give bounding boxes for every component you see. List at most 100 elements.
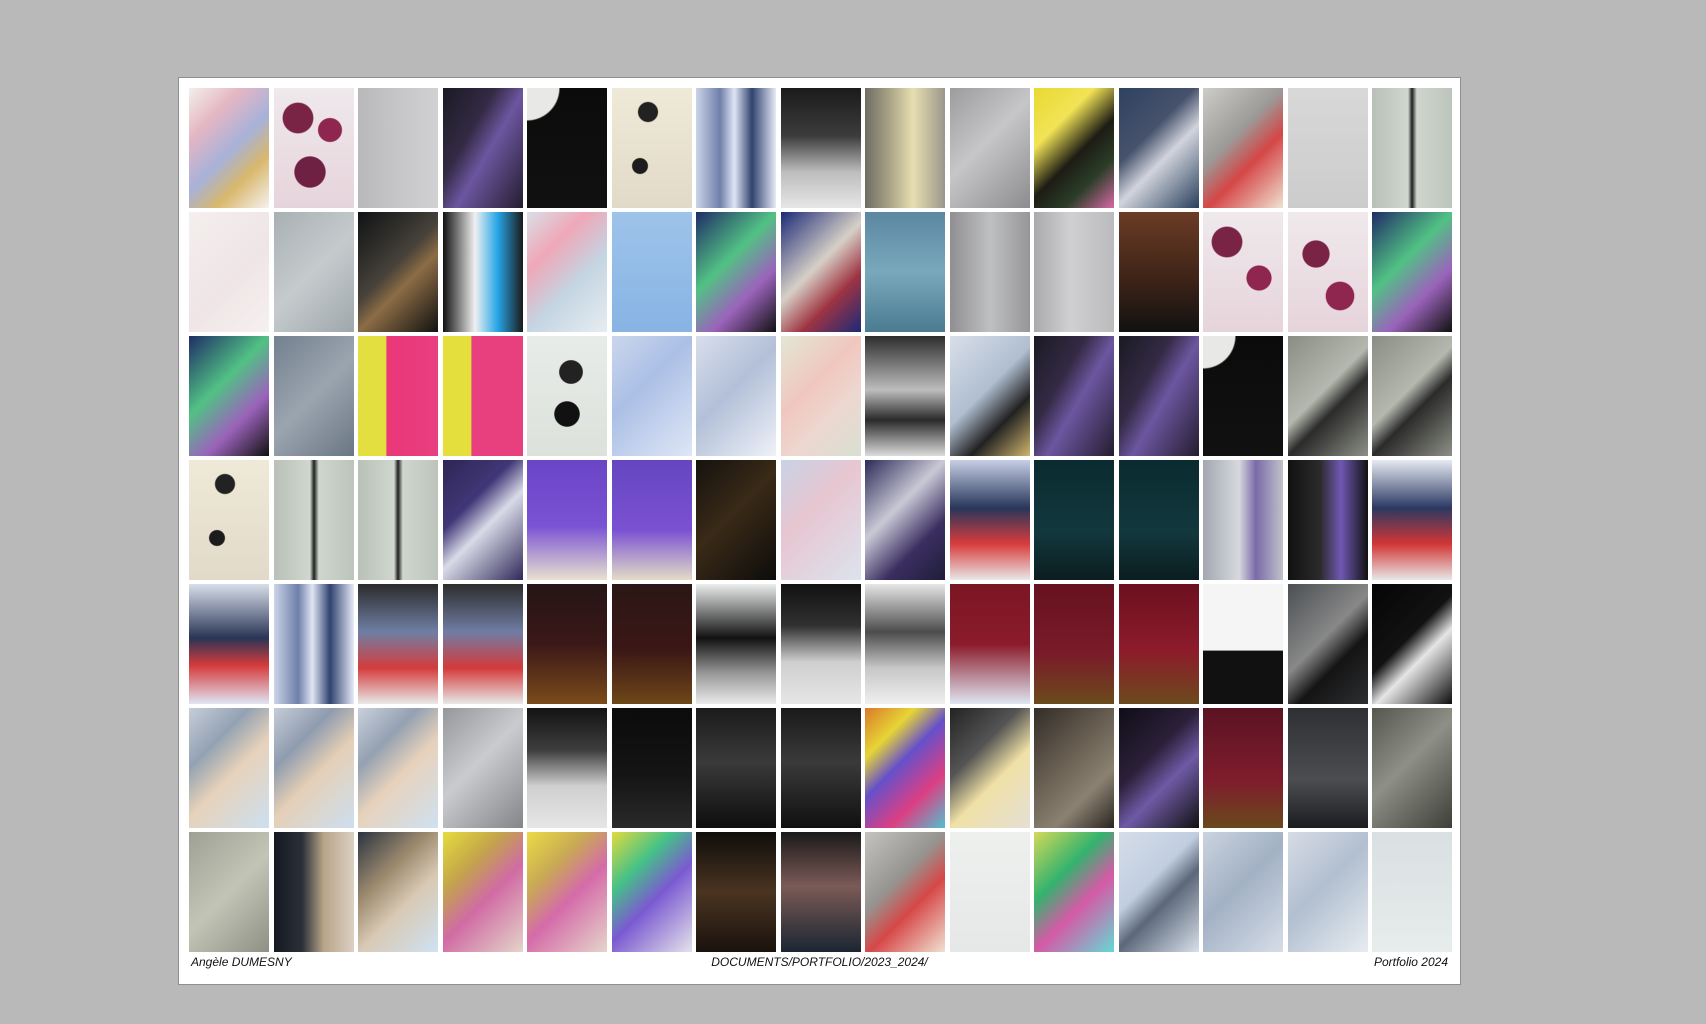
thumbnail-r6-c11: [1034, 708, 1114, 828]
thumbnail-r5-c2: [273, 584, 354, 704]
thumbnail-r1-c8: [780, 88, 861, 208]
thumbnail-r6-c1: [189, 708, 269, 828]
thumbnail-r1-c15: [1372, 88, 1452, 208]
thumbnail-r3-c10: [949, 336, 1030, 456]
thumbnail-r5-c13: [1203, 584, 1283, 704]
thumbnail-r2-c4: [442, 212, 523, 332]
thumbnail-r2-c7: [696, 212, 776, 332]
thumbnail-r7-c15: [1372, 832, 1452, 952]
thumbnail-r3-c2: [273, 336, 354, 456]
thumbnail-r2-c11: [1034, 212, 1114, 332]
thumbnail-r6-c8: [780, 708, 861, 828]
thumbnail-r6-c3: [358, 708, 438, 828]
thumbnail-r4-c5: [527, 460, 607, 580]
thumbnail-r4-c14: [1287, 460, 1368, 580]
page-footer: Angèle DUMESNY DOCUMENTS/PORTFOLIO/2023_…: [191, 954, 1448, 970]
thumbnail-r3-c14: [1287, 336, 1368, 456]
thumbnail-r4-c7: [696, 460, 776, 580]
thumbnail-r4-c12: [1118, 460, 1199, 580]
thumbnail-r4-c8: [780, 460, 861, 580]
thumbnail-r6-c12: [1118, 708, 1199, 828]
thumbnail-r5-c1: [189, 584, 269, 704]
thumbnail-r3-c15: [1372, 336, 1452, 456]
thumbnail-r3-c9: [865, 336, 945, 456]
author-name: Angèle DUMESNY: [191, 955, 292, 969]
thumbnail-r5-c10: [949, 584, 1030, 704]
thumbnail-r2-c5: [527, 212, 607, 332]
thumbnail-r7-c14: [1287, 832, 1368, 952]
thumbnail-r5-c15: [1372, 584, 1452, 704]
thumbnail-r7-c8: [780, 832, 861, 952]
thumbnail-r5-c9: [865, 584, 945, 704]
thumbnail-r5-c11: [1034, 584, 1114, 704]
thumbnail-r3-c8: [780, 336, 861, 456]
thumbnail-r3-c13: [1203, 336, 1283, 456]
folder-path: DOCUMENTS/PORTFOLIO/2023_2024/: [711, 955, 928, 969]
thumbnail-r7-c10: [949, 832, 1030, 952]
thumbnail-r3-c3: [358, 336, 438, 456]
thumbnail-r3-c4: [442, 336, 523, 456]
thumbnail-r7-c13: [1203, 832, 1283, 952]
thumbnail-r2-c12: [1118, 212, 1199, 332]
thumbnail-r6-c2: [273, 708, 354, 828]
thumbnail-r3-c11: [1034, 336, 1114, 456]
thumbnail-r6-c5: [527, 708, 607, 828]
thumbnail-r4-c2: [273, 460, 354, 580]
thumbnail-r4-c11: [1034, 460, 1114, 580]
thumbnail-r5-c7: [696, 584, 776, 704]
thumbnail-r6-c6: [611, 708, 692, 828]
portfolio-label: Portfolio 2024: [1373, 955, 1448, 969]
thumbnail-r7-c4: [442, 832, 523, 952]
thumbnail-r2-c6: [611, 212, 692, 332]
thumbnail-r1-c13: [1203, 88, 1283, 208]
thumbnail-r1-c2: [273, 88, 354, 208]
thumbnail-r2-c9: [865, 212, 945, 332]
thumbnail-r6-c13: [1203, 708, 1283, 828]
thumbnail-r4-c3: [358, 460, 438, 580]
thumbnail-r4-c4: [442, 460, 523, 580]
thumbnail-r1-c3: [358, 88, 438, 208]
thumbnail-r1-c7: [696, 88, 776, 208]
thumbnail-r4-c6: [611, 460, 692, 580]
thumbnail-r5-c14: [1287, 584, 1368, 704]
thumbnail-r1-c12: [1118, 88, 1199, 208]
thumbnail-r7-c1: [189, 832, 269, 952]
thumbnail-r7-c2: [273, 832, 354, 952]
thumbnail-r5-c5: [527, 584, 607, 704]
thumbnail-r3-c1: [189, 336, 269, 456]
thumbnail-r1-c4: [442, 88, 523, 208]
thumbnail-r7-c12: [1118, 832, 1199, 952]
thumbnail-r4-c9: [865, 460, 945, 580]
thumbnail-r1-c11: [1034, 88, 1114, 208]
thumbnail-r1-c14: [1287, 88, 1368, 208]
thumbnail-r5-c4: [442, 584, 523, 704]
thumbnail-r1-c10: [949, 88, 1030, 208]
thumbnail-r1-c1: [189, 88, 269, 208]
thumbnail-r4-c10: [949, 460, 1030, 580]
thumbnail-r6-c7: [696, 708, 776, 828]
thumbnail-r6-c4: [442, 708, 523, 828]
thumbnail-r6-c10: [949, 708, 1030, 828]
thumbnail-r7-c5: [527, 832, 607, 952]
thumbnail-r6-c15: [1372, 708, 1452, 828]
thumbnail-grid: [189, 88, 1452, 952]
thumbnail-r5-c3: [358, 584, 438, 704]
thumbnail-r6-c9: [865, 708, 945, 828]
thumbnail-r3-c12: [1118, 336, 1199, 456]
thumbnail-r4-c1: [189, 460, 269, 580]
thumbnail-r2-c1: [189, 212, 269, 332]
thumbnail-r2-c2: [273, 212, 354, 332]
thumbnail-r2-c8: [780, 212, 861, 332]
thumbnail-r4-c13: [1203, 460, 1283, 580]
thumbnail-r5-c12: [1118, 584, 1199, 704]
portfolio-page: Angèle DUMESNY DOCUMENTS/PORTFOLIO/2023_…: [178, 77, 1461, 985]
thumbnail-r1-c6: [611, 88, 692, 208]
thumbnail-r2-c13: [1203, 212, 1283, 332]
thumbnail-r6-c14: [1287, 708, 1368, 828]
thumbnail-r7-c3: [358, 832, 438, 952]
thumbnail-r1-c9: [865, 88, 945, 208]
thumbnail-r3-c6: [611, 336, 692, 456]
thumbnail-r2-c14: [1287, 212, 1368, 332]
thumbnail-r2-c10: [949, 212, 1030, 332]
thumbnail-r5-c8: [780, 584, 861, 704]
